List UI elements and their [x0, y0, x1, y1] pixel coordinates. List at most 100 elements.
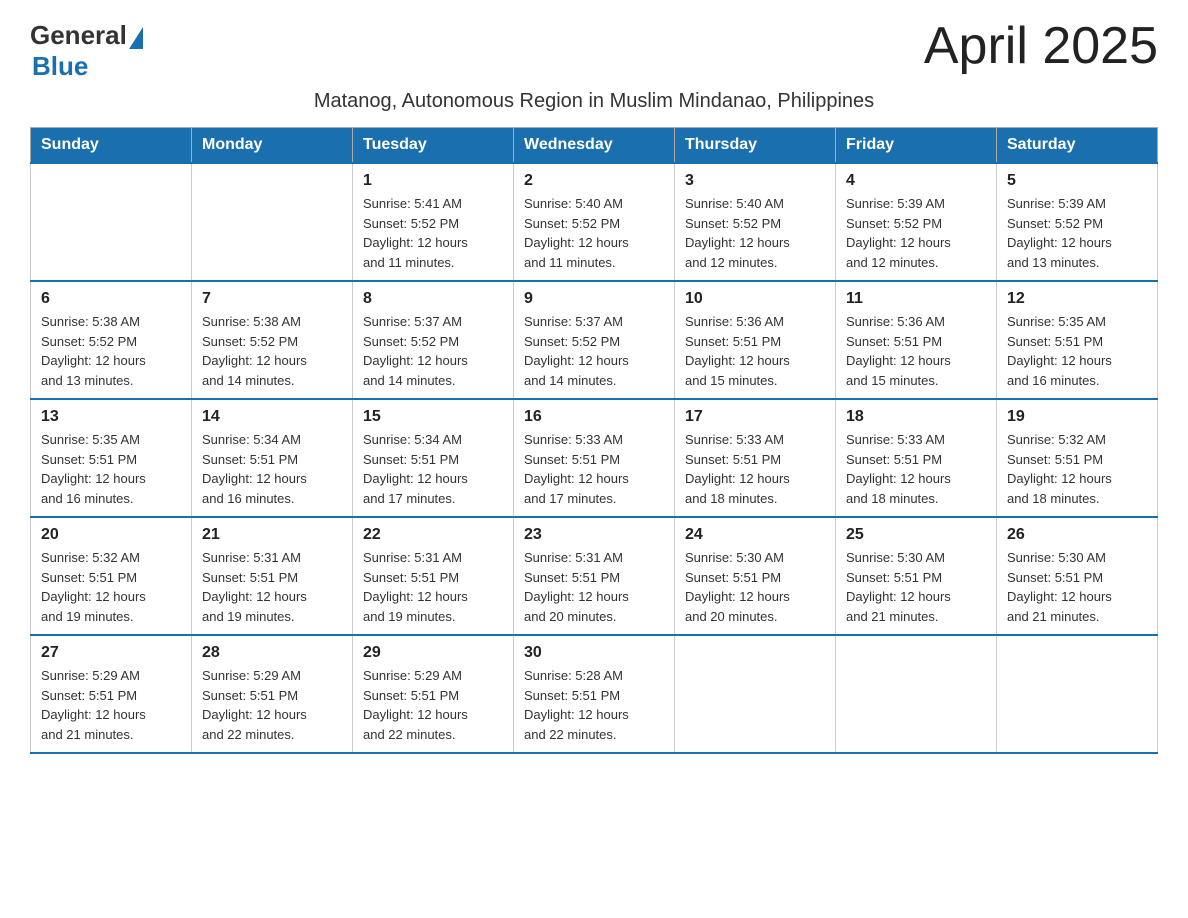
day-number: 23: [524, 526, 664, 544]
day-number: 3: [685, 172, 825, 190]
day-detail: Sunrise: 5:37 AM Sunset: 5:52 PM Dayligh…: [363, 312, 503, 390]
table-row: 26Sunrise: 5:30 AM Sunset: 5:51 PM Dayli…: [997, 517, 1158, 635]
col-saturday: Saturday: [997, 128, 1158, 164]
day-detail: Sunrise: 5:39 AM Sunset: 5:52 PM Dayligh…: [846, 194, 986, 272]
day-number: 22: [363, 526, 503, 544]
day-detail: Sunrise: 5:39 AM Sunset: 5:52 PM Dayligh…: [1007, 194, 1147, 272]
day-detail: Sunrise: 5:30 AM Sunset: 5:51 PM Dayligh…: [1007, 548, 1147, 626]
day-detail: Sunrise: 5:36 AM Sunset: 5:51 PM Dayligh…: [846, 312, 986, 390]
table-row: 29 Sunrise: 5:29 AM Sunset: 5:51 PM Dayli…: [353, 635, 514, 753]
table-row: 15 Sunrise: 5:34 AM Sunset: 5:51 PM Dayli…: [353, 399, 514, 517]
day-number: 16: [524, 408, 664, 426]
table-row: [675, 635, 836, 753]
table-row: 7Sunrise: 5:38 AM Sunset: 5:52 PM Daylig…: [192, 281, 353, 399]
day-detail: Sunrise: 5:30 AM Sunset: 5:51 PM Dayligh…: [846, 548, 986, 626]
day-number: 7: [202, 290, 342, 308]
table-row: [192, 163, 353, 281]
day-number: 12: [1007, 290, 1147, 308]
day-number: 11: [846, 290, 986, 308]
day-detail: Sunrise: 5:34 AM Sunset: 5:51 PM Dayligh…: [363, 430, 503, 508]
table-row: 28 Sunrise: 5:29 AM Sunset: 5:51 PM Dayli…: [192, 635, 353, 753]
day-number: 9: [524, 290, 664, 308]
day-detail: Sunrise: 5:29 AM Sunset: 5:51 PM Dayligh…: [41, 666, 181, 744]
logo-triangle-icon: [129, 27, 143, 49]
calendar-table: Sunday Monday Tuesday Wednesday Thursday…: [30, 127, 1158, 754]
day-number: 8: [363, 290, 503, 308]
table-row: 16 Sunrise: 5:33 AM Sunset: 5:51 PM Dayli…: [514, 399, 675, 517]
day-detail: Sunrise: 5:35 AM Sunset: 5:51 PM Dayligh…: [1007, 312, 1147, 390]
table-row: 3 Sunrise: 5:40 AM Sunset: 5:52 PM Daylig…: [675, 163, 836, 281]
table-row: 23 Sunrise: 5:31 AM Sunset: 5:51 PM Dayli…: [514, 517, 675, 635]
day-detail: Sunrise: 5:40 AM Sunset: 5:52 PM Dayligh…: [524, 194, 664, 272]
day-number: 17: [685, 408, 825, 426]
table-row: 27 Sunrise: 5:29 AM Sunset: 5:51 PM Dayli…: [31, 635, 192, 753]
table-row: 5Sunrise: 5:39 AM Sunset: 5:52 PM Daylig…: [997, 163, 1158, 281]
day-number: 24: [685, 526, 825, 544]
day-number: 21: [202, 526, 342, 544]
logo: General Blue: [30, 20, 143, 82]
day-number: 30: [524, 644, 664, 662]
day-detail: Sunrise: 5:35 AM Sunset: 5:51 PM Dayligh…: [41, 430, 181, 508]
table-row: 13 Sunrise: 5:35 AM Sunset: 5:51 PM Dayli…: [31, 399, 192, 517]
table-row: [31, 163, 192, 281]
day-detail: Sunrise: 5:36 AM Sunset: 5:51 PM Dayligh…: [685, 312, 825, 390]
day-detail: Sunrise: 5:34 AM Sunset: 5:51 PM Dayligh…: [202, 430, 342, 508]
day-detail: Sunrise: 5:41 AM Sunset: 5:52 PM Dayligh…: [363, 194, 503, 272]
day-number: 2: [524, 172, 664, 190]
table-row: [836, 635, 997, 753]
day-detail: Sunrise: 5:28 AM Sunset: 5:51 PM Dayligh…: [524, 666, 664, 744]
table-row: 8 Sunrise: 5:37 AM Sunset: 5:52 PM Daylig…: [353, 281, 514, 399]
table-row: 19 Sunrise: 5:32 AM Sunset: 5:51 PM Dayli…: [997, 399, 1158, 517]
table-row: 4 Sunrise: 5:39 AM Sunset: 5:52 PM Daylig…: [836, 163, 997, 281]
logo-general: General: [30, 20, 127, 51]
day-detail: Sunrise: 5:37 AM Sunset: 5:52 PM Dayligh…: [524, 312, 664, 390]
calendar-week-row: 1 Sunrise: 5:41 AM Sunset: 5:52 PM Daylig…: [31, 163, 1158, 281]
calendar-header-row: Sunday Monday Tuesday Wednesday Thursday…: [31, 128, 1158, 164]
day-detail: Sunrise: 5:31 AM Sunset: 5:51 PM Dayligh…: [524, 548, 664, 626]
table-row: 14 Sunrise: 5:34 AM Sunset: 5:51 PM Dayli…: [192, 399, 353, 517]
table-row: 21 Sunrise: 5:31 AM Sunset: 5:51 PM Dayli…: [192, 517, 353, 635]
day-detail: Sunrise: 5:40 AM Sunset: 5:52 PM Dayligh…: [685, 194, 825, 272]
table-row: 30 Sunrise: 5:28 AM Sunset: 5:51 PM Dayli…: [514, 635, 675, 753]
day-detail: Sunrise: 5:33 AM Sunset: 5:51 PM Dayligh…: [685, 430, 825, 508]
table-row: 20Sunrise: 5:32 AM Sunset: 5:51 PM Dayli…: [31, 517, 192, 635]
table-row: 1 Sunrise: 5:41 AM Sunset: 5:52 PM Daylig…: [353, 163, 514, 281]
day-detail: Sunrise: 5:31 AM Sunset: 5:51 PM Dayligh…: [202, 548, 342, 626]
day-number: 6: [41, 290, 181, 308]
page-header: General Blue April 2025: [30, 20, 1158, 82]
table-row: 11 Sunrise: 5:36 AM Sunset: 5:51 PM Dayli…: [836, 281, 997, 399]
day-number: 15: [363, 408, 503, 426]
table-row: 17 Sunrise: 5:33 AM Sunset: 5:51 PM Dayli…: [675, 399, 836, 517]
day-detail: Sunrise: 5:38 AM Sunset: 5:52 PM Dayligh…: [41, 312, 181, 390]
calendar-week-row: 27 Sunrise: 5:29 AM Sunset: 5:51 PM Dayli…: [31, 635, 1158, 753]
calendar-subtitle: Matanog, Autonomous Region in Muslim Min…: [30, 90, 1158, 113]
day-detail: Sunrise: 5:31 AM Sunset: 5:51 PM Dayligh…: [363, 548, 503, 626]
col-thursday: Thursday: [675, 128, 836, 164]
day-number: 18: [846, 408, 986, 426]
day-detail: Sunrise: 5:32 AM Sunset: 5:51 PM Dayligh…: [1007, 430, 1147, 508]
day-number: 19: [1007, 408, 1147, 426]
col-tuesday: Tuesday: [353, 128, 514, 164]
table-row: 6 Sunrise: 5:38 AM Sunset: 5:52 PM Daylig…: [31, 281, 192, 399]
calendar-week-row: 13 Sunrise: 5:35 AM Sunset: 5:51 PM Dayli…: [31, 399, 1158, 517]
day-number: 20: [41, 526, 181, 544]
day-number: 25: [846, 526, 986, 544]
calendar-week-row: 20Sunrise: 5:32 AM Sunset: 5:51 PM Dayli…: [31, 517, 1158, 635]
day-detail: Sunrise: 5:33 AM Sunset: 5:51 PM Dayligh…: [524, 430, 664, 508]
col-monday: Monday: [192, 128, 353, 164]
month-title: April 2025: [924, 20, 1158, 72]
day-number: 14: [202, 408, 342, 426]
day-number: 28: [202, 644, 342, 662]
day-number: 27: [41, 644, 181, 662]
day-number: 13: [41, 408, 181, 426]
day-number: 4: [846, 172, 986, 190]
day-number: 29: [363, 644, 503, 662]
table-row: [997, 635, 1158, 753]
table-row: 10 Sunrise: 5:36 AM Sunset: 5:51 PM Dayli…: [675, 281, 836, 399]
calendar-week-row: 6 Sunrise: 5:38 AM Sunset: 5:52 PM Daylig…: [31, 281, 1158, 399]
table-row: 22 Sunrise: 5:31 AM Sunset: 5:51 PM Dayli…: [353, 517, 514, 635]
day-detail: Sunrise: 5:29 AM Sunset: 5:51 PM Dayligh…: [202, 666, 342, 744]
day-detail: Sunrise: 5:29 AM Sunset: 5:51 PM Dayligh…: [363, 666, 503, 744]
day-number: 10: [685, 290, 825, 308]
day-number: 1: [363, 172, 503, 190]
